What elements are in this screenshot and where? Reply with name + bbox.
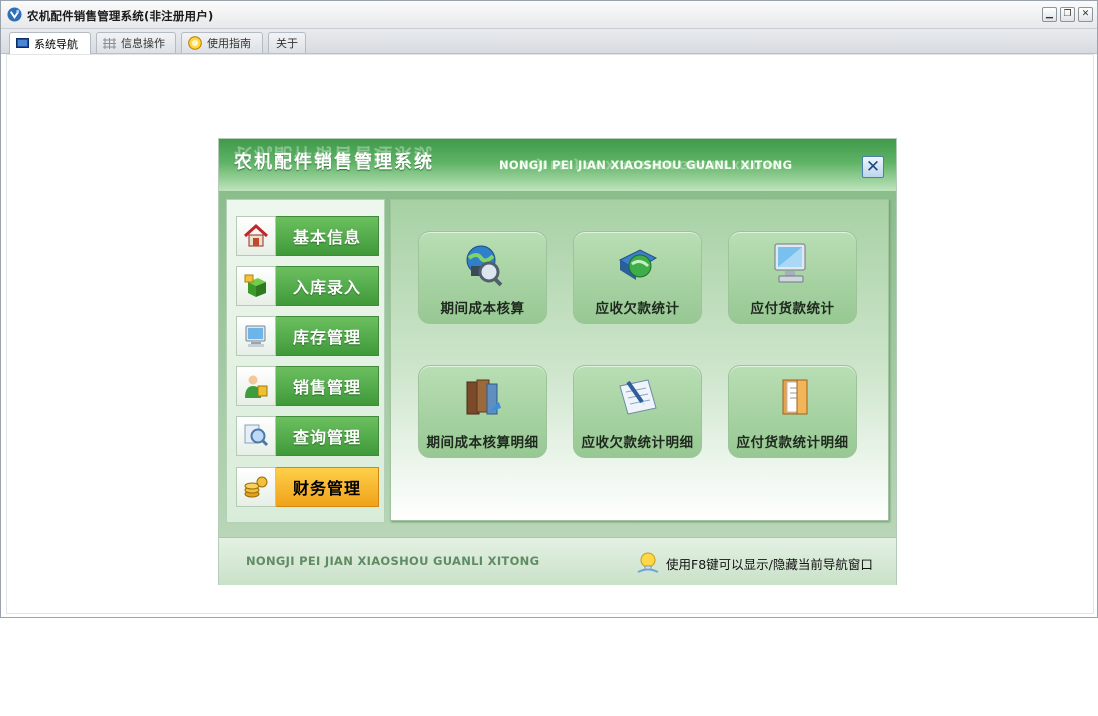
function-label: 期间成本核算 — [440, 301, 525, 317]
function-cost-accounting[interactable]: 期间成本核算 — [418, 231, 547, 324]
footer-tip-text: 使用F8键可以显示/隐藏当前导航窗口 — [666, 556, 873, 572]
globe-search-icon — [466, 245, 503, 287]
menu-label: 基本信息 — [276, 216, 379, 256]
close-icon[interactable]: ✕ — [1078, 7, 1093, 22]
nav-footer: NONGJI PEI JIAN XIAOSHOU GUANLI XITONG 使… — [219, 537, 896, 585]
tab-label: 使用指南 — [207, 37, 251, 50]
books-icon — [466, 379, 501, 415]
menu-label: 查询管理 — [276, 416, 379, 456]
tab-system-navigation[interactable]: 系统导航 — [9, 32, 91, 54]
window-controls: ▁ ❐ ✕ — [1042, 7, 1093, 22]
footer-tip: 使用F8键可以显示/隐藏当前导航窗口 — [636, 551, 873, 575]
monitor-icon — [774, 243, 806, 283]
tab-user-guide[interactable]: 使用指南 — [181, 32, 263, 53]
nav-header: 农机配件销售管理系统 农机配件销售管理系统 NONGJI PEI JIAN XI… — [219, 139, 896, 191]
menu-label: 入库录入 — [276, 266, 379, 306]
navigation-panel: 农机配件销售管理系统 农机配件销售管理系统 NONGJI PEI JIAN XI… — [219, 139, 896, 585]
guide-icon — [188, 36, 202, 50]
menu-item-basic-info[interactable]: 基本信息 — [236, 216, 379, 256]
footer-pinyin: NONGJI PEI JIAN XIAOSHOU GUANLI XITONG — [246, 554, 540, 568]
salesperson-icon — [236, 366, 276, 406]
document-pen-icon — [619, 379, 657, 415]
nav-close-button[interactable]: ✕ — [862, 156, 884, 178]
function-label: 应收欠款统计 — [595, 301, 680, 317]
tab-bar: 系统导航 信息操作 使用指南 关于 — [1, 29, 1097, 54]
menu-item-stock-entry[interactable]: 入库录入 — [236, 266, 379, 306]
function-label: 应付货款统计 — [750, 301, 835, 317]
menu-item-finance[interactable]: 财务管理 — [236, 467, 379, 507]
coins-icon — [236, 467, 276, 507]
function-payable-stats[interactable]: 应付货款统计 — [728, 231, 857, 324]
menu-item-sales[interactable]: 销售管理 — [236, 366, 379, 406]
function-area: 期间成本核算 应收欠款统计 应付货款统计 期间成本核算明细 应收欠款统计明细 应… — [390, 199, 889, 521]
box-icon — [236, 266, 276, 306]
tab-info-operations[interactable]: 信息操作 — [96, 32, 176, 53]
window-title: 农机配件销售管理系统(非注册用户) — [27, 9, 214, 23]
title-bar: 农机配件销售管理系统(非注册用户) ▁ ❐ ✕ — [1, 1, 1097, 29]
function-label: 应收欠款统计明细 — [581, 435, 694, 451]
folder-icon — [782, 379, 808, 415]
tab-about[interactable]: 关于 — [268, 32, 306, 53]
menu-label: 销售管理 — [276, 366, 379, 406]
house-icon — [236, 216, 276, 256]
nav-pinyin-reflection: NONGJI PEI JIAN XIAOSHOU GUANLI XITONG — [499, 158, 781, 172]
restore-icon[interactable]: ❐ — [1060, 7, 1075, 22]
monitor-icon — [16, 38, 29, 48]
function-cost-accounting-detail[interactable]: 期间成本核算明细 — [418, 365, 547, 458]
function-receivable-stats-detail[interactable]: 应收欠款统计明细 — [573, 365, 702, 458]
app-logo-icon — [7, 7, 22, 22]
function-label: 应付货款统计明细 — [736, 435, 849, 451]
function-label: 期间成本核算明细 — [426, 435, 539, 451]
grid-icon — [103, 37, 116, 49]
menu-label: 财务管理 — [276, 467, 379, 507]
menu-label: 库存管理 — [276, 316, 379, 356]
menu-item-inventory[interactable]: 库存管理 — [236, 316, 379, 356]
nav-body: 基本信息 入库录入 库存管理 销售管理 查询管理 财务管理 期间成本核算 应收欠… — [219, 191, 896, 537]
lightbulb-icon — [637, 552, 659, 573]
nav-title-reflection: 农机配件销售管理系统 — [234, 143, 434, 164]
globe-book-icon — [618, 249, 658, 280]
tab-label: 信息操作 — [121, 37, 165, 50]
function-receivable-stats[interactable]: 应收欠款统计 — [573, 231, 702, 324]
magnifier-icon — [236, 416, 276, 456]
minimize-icon[interactable]: ▁ — [1042, 7, 1057, 22]
function-payable-stats-detail[interactable]: 应付货款统计明细 — [728, 365, 857, 458]
tab-label: 系统导航 — [34, 37, 78, 51]
menu-item-query[interactable]: 查询管理 — [236, 416, 379, 456]
tab-label: 关于 — [276, 37, 298, 50]
computer-icon — [236, 316, 276, 356]
side-menu: 基本信息 入库录入 库存管理 销售管理 查询管理 财务管理 — [226, 199, 385, 523]
